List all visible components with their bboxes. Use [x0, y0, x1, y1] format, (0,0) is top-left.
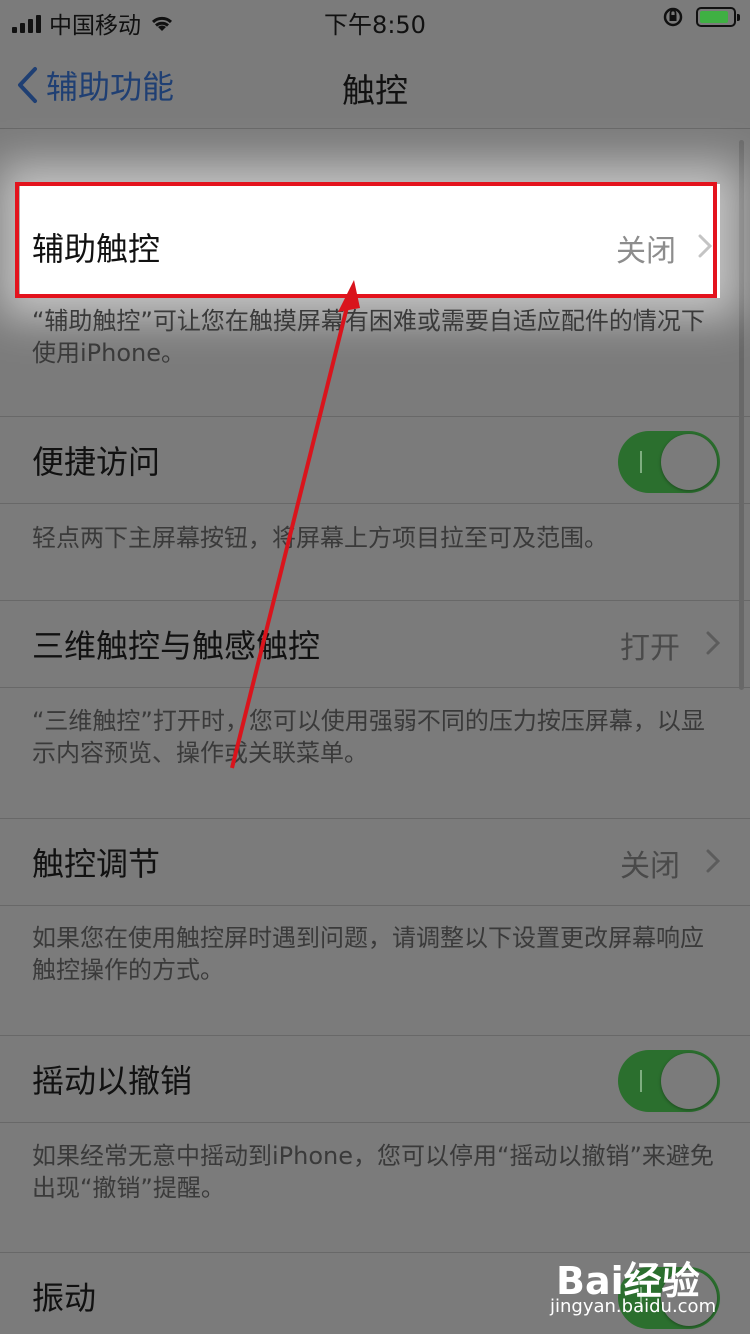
annotation-arrow: [230, 280, 360, 769]
watermark-url: jingyan.baidu.com: [550, 1296, 717, 1317]
watermark-logo: Bai经验 jingyan.baidu.com: [550, 1250, 720, 1320]
